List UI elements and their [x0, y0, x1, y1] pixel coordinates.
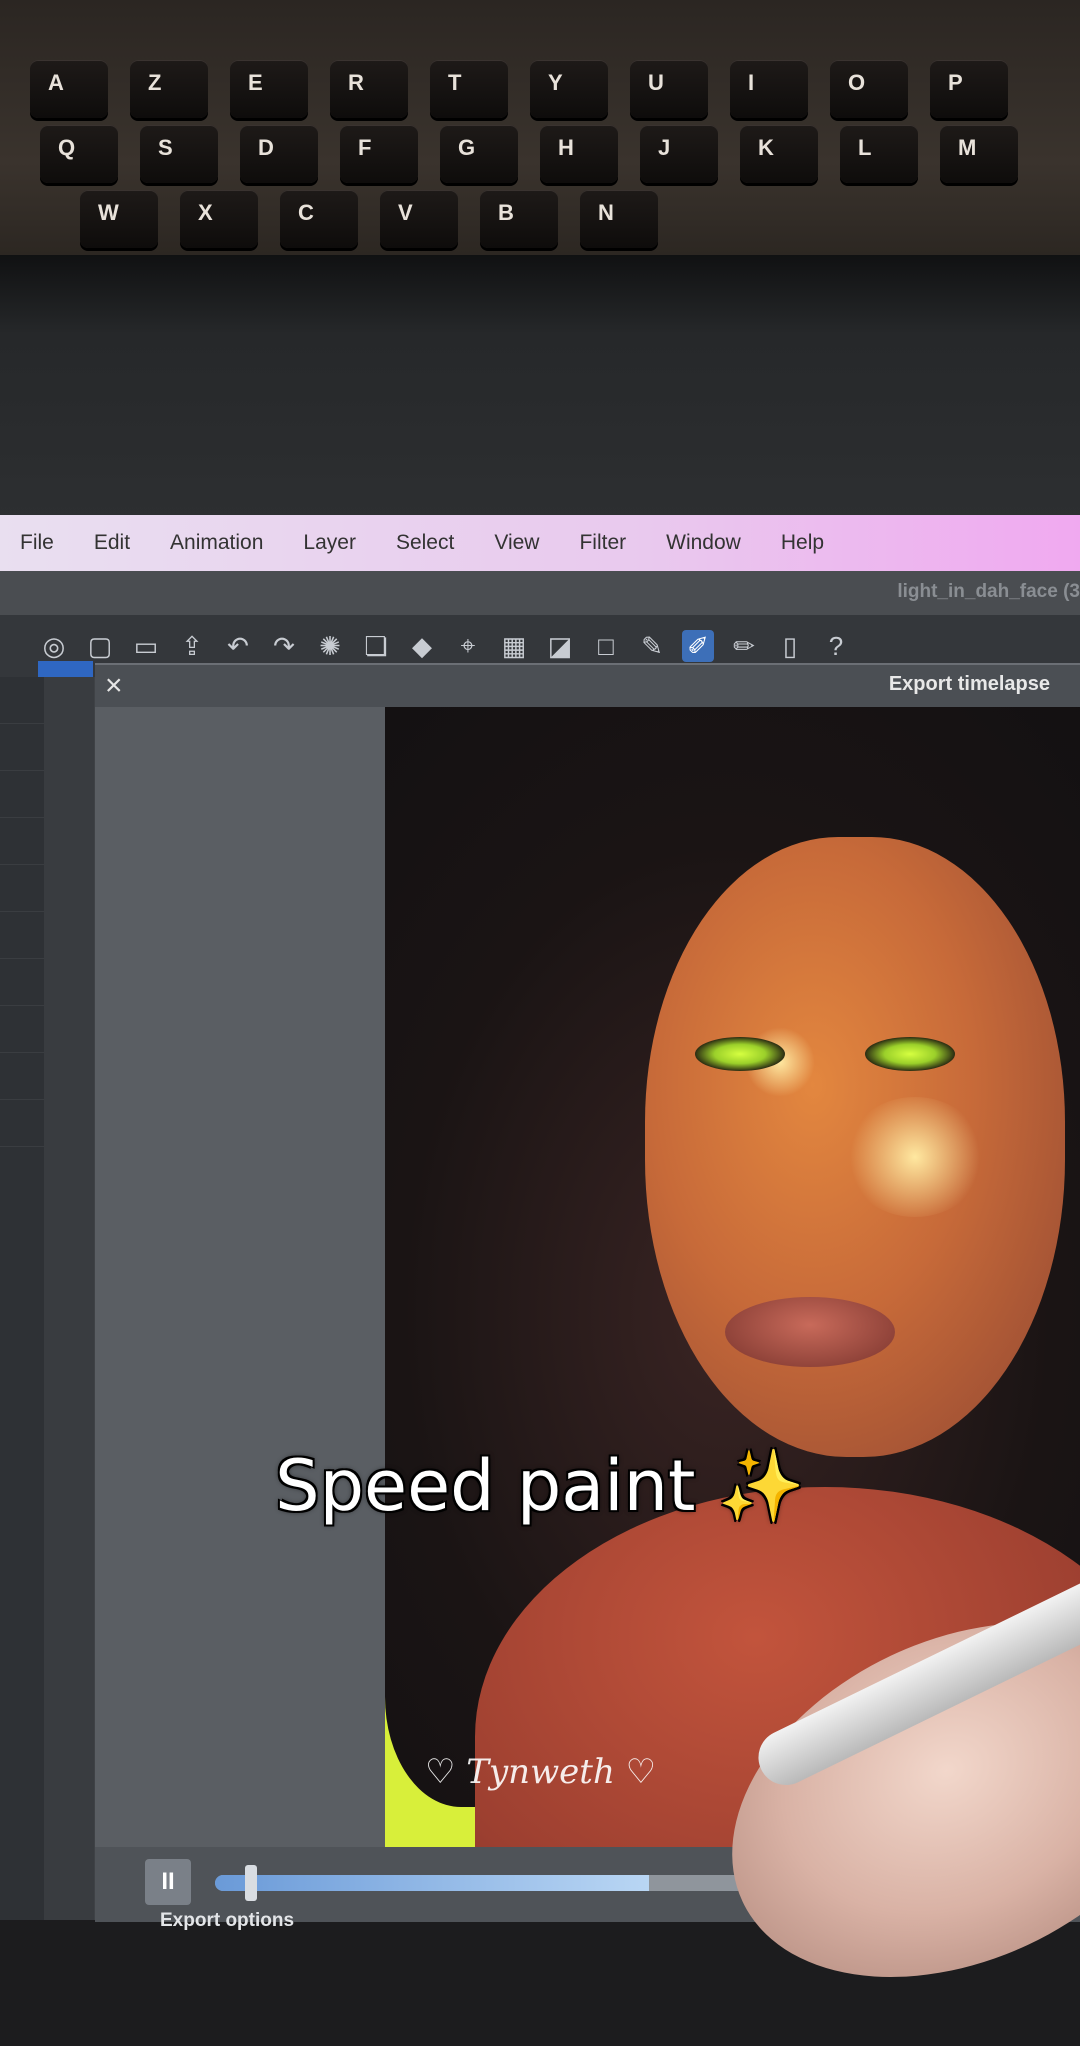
menu-help[interactable]: Help — [761, 531, 844, 555]
fill-icon[interactable]: ◆ — [406, 630, 438, 662]
document-titlebar: light_in_dah_face (3 — [0, 571, 1080, 615]
key: K — [740, 125, 818, 183]
layers-icon[interactable]: ❏ — [360, 630, 392, 662]
artwork-light-glow — [845, 1097, 985, 1217]
keyboard: A Z E R T Y U I O P Q S D F G H J K L M … — [0, 0, 1080, 270]
key: C — [280, 190, 358, 248]
panel-row[interactable] — [0, 1006, 44, 1053]
key: F — [340, 125, 418, 183]
tablet-icon[interactable]: ▯ — [774, 630, 806, 662]
panel-row[interactable] — [0, 1053, 44, 1100]
key: O — [830, 60, 908, 118]
key: E — [230, 60, 308, 118]
menu-window[interactable]: Window — [646, 531, 761, 555]
key: D — [240, 125, 318, 183]
help-icon[interactable]: ? — [820, 630, 852, 662]
selection-icon[interactable]: □ — [590, 630, 622, 662]
key: G — [440, 125, 518, 183]
key: I — [730, 60, 808, 118]
eraser-icon[interactable]: ✏ — [728, 630, 760, 662]
panel-row[interactable] — [0, 818, 44, 865]
new-canvas-icon[interactable]: ▢ — [84, 630, 116, 662]
grid-icon[interactable]: ▦ — [498, 630, 530, 662]
close-icon[interactable]: × — [105, 669, 123, 703]
export-options-label[interactable]: Export options — [160, 1910, 294, 1932]
key: L — [840, 125, 918, 183]
document-title: light_in_dah_face (3 — [897, 581, 1080, 602]
dialog-header: × Export timelapse — [95, 665, 1080, 707]
spinner-icon[interactable]: ✺ — [314, 630, 346, 662]
key: U — [630, 60, 708, 118]
menu-edit[interactable]: Edit — [74, 531, 150, 555]
menu-filter[interactable]: Filter — [559, 531, 646, 555]
panel-row[interactable] — [0, 1100, 44, 1147]
key: J — [640, 125, 718, 183]
dialog-title: Export timelapse — [888, 673, 1050, 695]
key: A — [30, 60, 108, 118]
pause-button[interactable]: II — [145, 1859, 191, 1905]
key: W — [80, 190, 158, 248]
timeline-thumb[interactable] — [245, 1865, 257, 1901]
keyboard-row-2: Q S D F G H J K L M — [40, 125, 1018, 185]
redo-icon[interactable]: ↷ — [268, 630, 300, 662]
artwork-lips — [725, 1297, 895, 1367]
gradient-icon[interactable]: ◪ — [544, 630, 576, 662]
panel-row[interactable] — [0, 677, 44, 724]
key: X — [180, 190, 258, 248]
menu-layer[interactable]: Layer — [283, 531, 376, 555]
open-folder-icon[interactable]: ▭ — [130, 630, 162, 662]
key: Q — [40, 125, 118, 183]
artwork-eye — [865, 1037, 955, 1071]
key: B — [480, 190, 558, 248]
video-caption: Speed paint ✨ — [275, 1445, 805, 1527]
menu-file[interactable]: File — [0, 531, 74, 555]
key: S — [140, 125, 218, 183]
keyboard-row-1: A Z E R T Y U I O P — [30, 60, 1008, 120]
dialog-preview-margin — [95, 707, 385, 1847]
brush-icon[interactable]: ✐ — [682, 630, 714, 662]
export-icon[interactable]: ⇪ — [176, 630, 208, 662]
artist-signature: ♡ Tynweth ♡ — [425, 1752, 657, 1792]
key: P — [930, 60, 1008, 118]
pen-select-icon[interactable]: ✎ — [636, 630, 668, 662]
menu-select[interactable]: Select — [376, 531, 474, 555]
key: V — [380, 190, 458, 248]
laptop-bezel — [0, 255, 1080, 520]
artwork-eye — [695, 1037, 785, 1071]
keyboard-row-3: W X C V B N — [80, 190, 658, 250]
spiral-logo-icon[interactable]: ◎ — [38, 630, 70, 662]
panel-row[interactable] — [0, 771, 44, 818]
menu-bar: File Edit Animation Layer Select View Fi… — [0, 515, 1080, 571]
menu-animation[interactable]: Animation — [150, 531, 283, 555]
key: H — [540, 125, 618, 183]
menu-view[interactable]: View — [474, 531, 559, 555]
key: T — [430, 60, 508, 118]
key: Z — [130, 60, 208, 118]
panel-row[interactable] — [0, 912, 44, 959]
key: N — [580, 190, 658, 248]
undo-icon[interactable]: ↶ — [222, 630, 254, 662]
panel-row[interactable] — [0, 959, 44, 1006]
left-tool-panel — [0, 677, 44, 1920]
pause-icon: II — [161, 1868, 175, 1895]
panel-row[interactable] — [0, 724, 44, 771]
transform-icon[interactable]: ⌖ — [452, 630, 484, 662]
left-panel-scrollbar[interactable] — [44, 677, 94, 1920]
key: Y — [530, 60, 608, 118]
panel-row[interactable] — [0, 865, 44, 912]
key: R — [330, 60, 408, 118]
timeline-progress-fill — [215, 1875, 649, 1891]
key: M — [940, 125, 1018, 183]
